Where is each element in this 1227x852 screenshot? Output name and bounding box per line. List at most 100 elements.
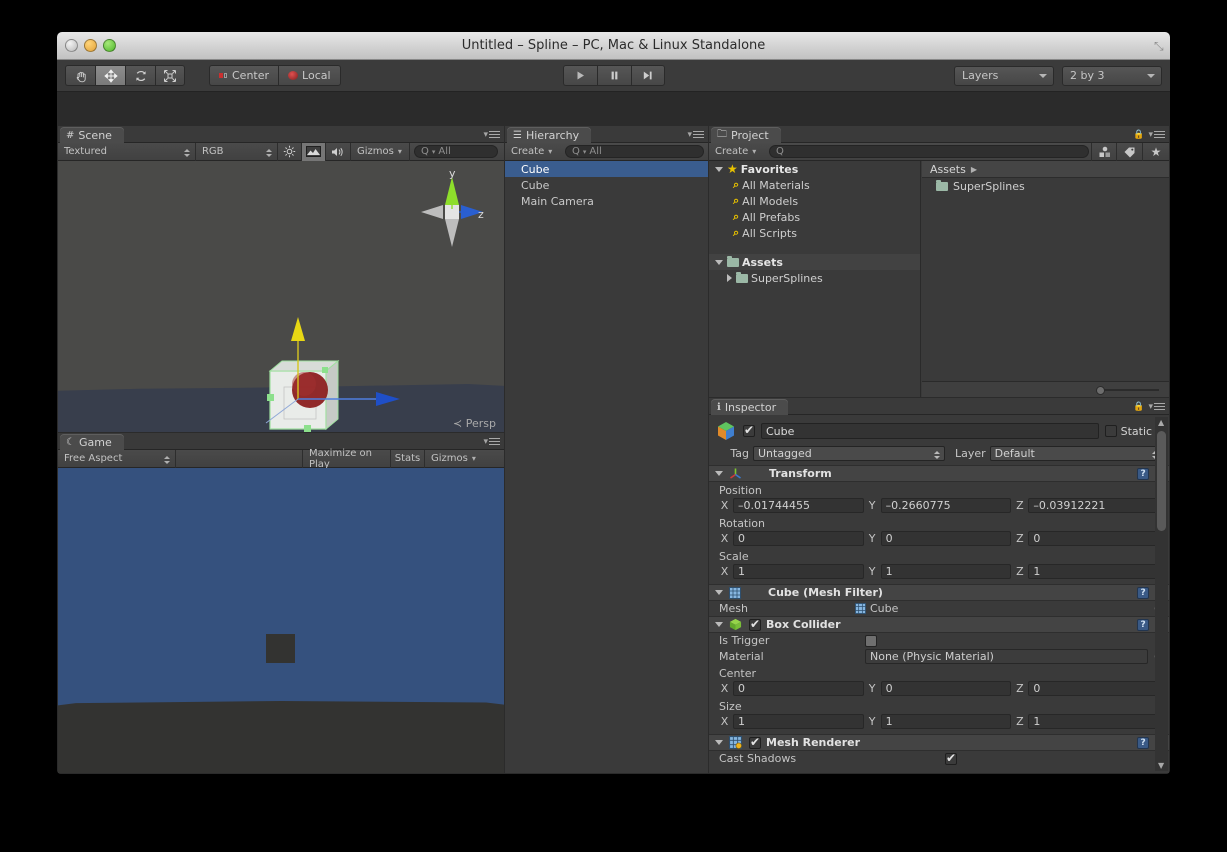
inspector-panel-menu-button[interactable]: 🔒 ▾ [1133, 401, 1165, 412]
scene-lighting-toggle[interactable] [278, 142, 302, 161]
play-button[interactable] [562, 65, 597, 86]
cast-shadows-checkbox[interactable] [945, 751, 957, 765]
scene-fx-toggle[interactable] [302, 142, 327, 161]
project-favorite-all-materials[interactable]: ⌕ All Materials [709, 177, 920, 193]
scene-render-mode-dropdown[interactable]: RGB [196, 142, 278, 161]
hierarchy-item-main-camera[interactable]: Main Camera [505, 193, 708, 209]
scroll-down-arrow-icon[interactable]: ▼ [1158, 761, 1164, 770]
triangle-down-icon[interactable] [715, 622, 723, 627]
is-trigger-checkbox[interactable] [865, 634, 877, 647]
step-button[interactable] [630, 65, 665, 86]
window-titlebar[interactable]: Untitled – Spline – PC, Mac & Linux Stan… [57, 32, 1170, 60]
help-icon[interactable]: ? [1137, 467, 1150, 480]
project-tree-supersplines[interactable]: SuperSplines [709, 270, 920, 286]
triangle-down-icon[interactable] [715, 259, 723, 265]
project-panel-menu-button[interactable]: 🔒 ▾ [1133, 129, 1165, 140]
scroll-up-arrow-icon[interactable]: ▲ [1158, 418, 1164, 427]
center-x-input[interactable]: 0 [733, 681, 864, 696]
project-favorites-group[interactable]: ★ Favorites [709, 161, 920, 177]
project-favorite-all-models[interactable]: ⌕ All Models [709, 193, 920, 209]
rotation-y-input[interactable]: 0 [880, 531, 1012, 546]
rotation-x-input[interactable]: 0 [733, 531, 864, 546]
layout-dropdown[interactable]: 2 by 3 [1062, 65, 1162, 86]
mesh-renderer-enabled-checkbox[interactable] [749, 735, 761, 749]
scale-x-input[interactable]: 1 [733, 564, 864, 579]
lock-icon[interactable]: 🔒 [1133, 402, 1144, 412]
resize-grip-icon[interactable]: ⤡ [1154, 40, 1166, 52]
hierarchy-item-cube-selected[interactable]: Cube [505, 161, 708, 177]
game-aspect-dropdown[interactable]: Free Aspect [58, 449, 176, 468]
project-thumbnail-zoom-slider[interactable] [922, 381, 1169, 397]
center-y-input[interactable]: 0 [880, 681, 1012, 696]
triangle-down-icon[interactable] [715, 740, 723, 745]
gameobject-enabled-checkbox[interactable] [743, 423, 755, 437]
scene-viewport[interactable]: y z ≺ Persp [58, 161, 504, 432]
help-icon[interactable]: ? [1137, 618, 1150, 631]
pivot-rotation-button[interactable]: Local [278, 65, 341, 86]
gameobject-name-input[interactable]: Cube [761, 423, 1099, 439]
tab-game[interactable]: ☾ Game [60, 434, 124, 450]
rotate-tool-button[interactable] [125, 65, 155, 86]
game-maximize-on-play-button[interactable]: Maximize on Play [303, 448, 391, 470]
scene-panel-menu-button[interactable]: ▾ [483, 129, 500, 140]
tab-project[interactable]: 🗀 Project [711, 127, 781, 143]
hierarchy-search-input[interactable]: Q ▾ All [565, 145, 704, 158]
scale-z-input[interactable]: 1 [1028, 564, 1160, 579]
help-icon[interactable]: ? [1137, 586, 1150, 599]
project-assets-group[interactable]: Assets [709, 254, 920, 270]
game-viewport[interactable] [58, 468, 504, 773]
tag-dropdown[interactable]: Untagged [753, 446, 945, 461]
project-create-dropdown[interactable]: Create ▾ [709, 143, 763, 161]
layer-dropdown[interactable]: Default [989, 446, 1163, 461]
project-breadcrumb[interactable]: Assets ▶ [922, 161, 1169, 178]
lock-icon[interactable]: 🔒 [1133, 130, 1144, 140]
project-filter-type-button[interactable] [1091, 142, 1117, 161]
triangle-right-icon[interactable] [727, 274, 732, 282]
rotation-z-input[interactable]: 0 [1028, 531, 1160, 546]
scene-audio-toggle[interactable] [326, 142, 351, 161]
project-favorite-all-prefabs[interactable]: ⌕ All Prefabs [709, 209, 920, 225]
physic-material-field[interactable]: None (Physic Material) [865, 649, 1149, 664]
inspector-scrollbar[interactable]: ▲ ▼ [1155, 417, 1168, 771]
pivot-mode-button[interactable]: Center [209, 65, 279, 86]
triangle-down-icon[interactable] [715, 590, 723, 595]
size-y-input[interactable]: 1 [880, 714, 1012, 729]
triangle-down-icon[interactable] [715, 471, 723, 476]
component-header-mesh-renderer[interactable]: Mesh Renderer ? ⚙ [709, 734, 1169, 751]
scale-tool-button[interactable] [155, 65, 185, 86]
position-y-input[interactable]: –0.2660775 [880, 498, 1012, 513]
scale-y-input[interactable]: 1 [880, 564, 1012, 579]
scene-gizmos-dropdown[interactable]: Gizmos ▾ [351, 142, 410, 161]
project-favorite-all-scripts[interactable]: ⌕ All Scripts [709, 225, 920, 241]
size-x-input[interactable]: 1 [733, 714, 864, 729]
scene-cube-object[interactable] [248, 311, 428, 432]
project-search-input[interactable]: Q [769, 145, 1089, 158]
triangle-down-icon[interactable] [715, 166, 723, 172]
hierarchy-item-cube[interactable]: Cube [505, 177, 708, 193]
component-header-transform[interactable]: Transform ? ⚙ [709, 465, 1169, 482]
mesh-object-field[interactable]: Cube [855, 602, 1148, 615]
component-header-box-collider[interactable]: Box Collider ? ⚙ [709, 616, 1169, 633]
pause-button[interactable] [596, 65, 631, 86]
hierarchy-create-dropdown[interactable]: Create ▾ [505, 143, 559, 161]
position-x-input[interactable]: –0.01744455 [733, 498, 864, 513]
project-asset-supersplines[interactable]: SuperSplines [922, 178, 1169, 194]
component-header-mesh-filter[interactable]: Cube (Mesh Filter) ? ⚙ [709, 584, 1169, 601]
help-icon[interactable]: ? [1137, 736, 1150, 749]
size-z-input[interactable]: 1 [1028, 714, 1160, 729]
scene-draw-mode-dropdown[interactable]: Textured [58, 142, 196, 161]
tab-inspector[interactable]: ℹ Inspector [711, 399, 789, 415]
project-filter-label-button[interactable] [1117, 142, 1143, 161]
position-z-input[interactable]: –0.03912221 [1028, 498, 1160, 513]
layers-dropdown[interactable]: Layers [954, 65, 1054, 86]
hierarchy-panel-menu-button[interactable]: ▾ [687, 129, 704, 140]
inspector-scrollbar-thumb[interactable] [1157, 431, 1166, 531]
static-checkbox[interactable] [1104, 425, 1117, 437]
tab-scene[interactable]: # Scene [60, 127, 124, 143]
game-panel-menu-button[interactable]: ▾ [483, 436, 500, 447]
scene-projection-label[interactable]: ≺ Persp [453, 417, 496, 430]
box-collider-enabled-checkbox[interactable] [749, 617, 761, 631]
scene-axis-gizmo[interactable]: y z [415, 169, 491, 279]
tab-hierarchy[interactable]: ☰ Hierarchy [507, 127, 592, 143]
move-tool-button[interactable] [95, 65, 125, 86]
